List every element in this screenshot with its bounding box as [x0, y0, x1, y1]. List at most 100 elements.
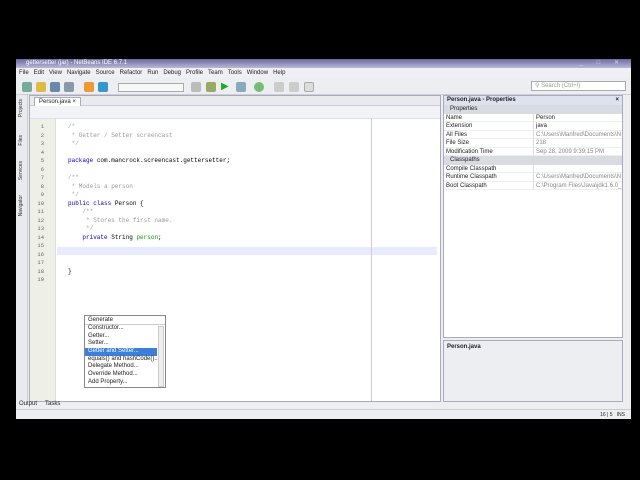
side-tab-files[interactable]: Files [18, 135, 24, 146]
generate-item[interactable]: Add Property... [85, 379, 157, 387]
menu-tools[interactable]: Tools [228, 68, 242, 78]
property-key: Runtime Classpath [444, 173, 534, 181]
property-row[interactable]: Runtime Classpath C:\Users\Manfred\Docume… [444, 173, 622, 182]
popup-scrollbar[interactable] [158, 326, 164, 387]
code-line[interactable]: private String person; [68, 234, 161, 241]
property-row[interactable]: Modification Time Sep 28, 2009 9:39:15 PM [444, 147, 622, 156]
menu-debug[interactable]: Debug [163, 68, 181, 78]
continue-icon[interactable] [289, 82, 299, 92]
editor-tab-label: Person.java [39, 99, 71, 105]
line-number: 2 [40, 131, 44, 139]
generate-item[interactable]: Override Method... [85, 371, 157, 379]
code-line[interactable]: * Getter / Setter screencast [68, 132, 173, 139]
line-number: 4 [40, 148, 44, 156]
profile-icon[interactable] [254, 82, 264, 92]
side-tab-navigator[interactable]: Navigator [18, 195, 24, 216]
property-section[interactable]: Classpaths [444, 156, 622, 165]
line-number: 19 [37, 276, 44, 283]
property-value[interactable]: C:\Users\Manfred\Documents\N [534, 131, 622, 139]
tasks-tab[interactable]: Tasks [45, 399, 60, 409]
menu-team[interactable]: Team [208, 68, 223, 78]
property-key: All Files [444, 130, 534, 138]
status-bar: 16 | 5 INS [16, 409, 631, 419]
property-section[interactable]: Properties [444, 105, 622, 114]
line-number: 10 [37, 199, 44, 207]
pause-icon[interactable] [274, 82, 284, 92]
menu-file[interactable]: File [19, 68, 29, 78]
menu-navigate[interactable]: Navigate [67, 68, 91, 78]
code-line[interactable]: /** [68, 208, 93, 215]
generate-item[interactable]: equals() and hashCode()... [85, 356, 159, 364]
menu-source[interactable]: Source [96, 68, 115, 78]
property-value[interactable]: Sep 28, 2009 9:39:15 PM [534, 148, 622, 156]
menu-help[interactable]: Help [273, 68, 285, 78]
generate-item[interactable]: Setter... [85, 340, 157, 348]
property-value[interactable]: C:\Program Files\Java\jdk1.6.0_1 [534, 182, 622, 190]
description-text: Person.java [447, 344, 481, 350]
editor-tab-bar: Person.java × [30, 96, 440, 106]
finish-icon[interactable] [304, 82, 314, 92]
generate-item[interactable]: Constructor... [85, 325, 157, 333]
menu-window[interactable]: Window [247, 68, 268, 78]
property-value[interactable] [534, 165, 622, 173]
menu-refactor[interactable]: Refactor [120, 68, 143, 78]
property-row[interactable]: All Files C:\Users\Manfred\Documents\N [444, 130, 622, 139]
redo-icon[interactable] [98, 82, 108, 92]
main-toolbar: ▶ ⚲ Search (Ctrl+I) [16, 78, 631, 95]
side-tab-projects[interactable]: Projects [18, 99, 24, 117]
code-line[interactable]: */ [68, 191, 79, 198]
line-number: 16 [37, 250, 44, 258]
generate-item[interactable]: Getter... [85, 333, 157, 341]
property-row[interactable]: Boot Classpath C:\Program Files\Java\jdk1… [444, 181, 622, 190]
new-file-icon[interactable] [36, 82, 46, 92]
property-key: Compile Classpath [444, 164, 534, 172]
code-line[interactable]: * Models a person [68, 183, 133, 190]
side-tab-services[interactable]: Services [18, 161, 24, 180]
open-project-icon[interactable] [50, 82, 60, 92]
code-line[interactable]: */ [68, 140, 79, 147]
new-project-icon[interactable] [22, 82, 32, 92]
generate-item[interactable]: Delegate Method... [85, 363, 157, 371]
code-line[interactable]: /** [68, 174, 79, 181]
line-number: 15 [37, 242, 44, 249]
code-line[interactable]: public class Person { [68, 200, 144, 207]
line-number: 11 [37, 208, 44, 215]
code-line[interactable]: */ [68, 225, 93, 232]
property-key: Boot Classpath [444, 181, 534, 189]
undo-icon[interactable] [84, 82, 94, 92]
code-line[interactable]: } [68, 268, 72, 275]
line-number: 9 [40, 191, 44, 198]
property-row[interactable]: Extension java [444, 122, 622, 131]
line-number: 7 [40, 174, 44, 181]
menu-run[interactable]: Run [147, 68, 158, 78]
property-row[interactable]: File Size 218 [444, 139, 622, 148]
clean-build-icon[interactable] [206, 82, 216, 92]
code-line[interactable]: * Stores the first name. [68, 217, 172, 224]
menu-profile[interactable]: Profile [186, 68, 203, 78]
current-line-highlight [57, 247, 437, 255]
line-number: 13 [37, 225, 44, 232]
generate-popup-header: Generate [85, 316, 165, 325]
window-controls[interactable]: _ □ ✕ [580, 59, 625, 68]
property-row[interactable]: Name Person [444, 113, 622, 122]
menu-view[interactable]: View [49, 68, 62, 78]
property-value[interactable]: 218 [534, 139, 622, 147]
debug-icon[interactable] [236, 82, 246, 92]
code-line[interactable]: package com.mancrock.screencast.getterse… [68, 157, 230, 164]
property-value[interactable]: C:\Users\Manfred\Documents\N [534, 173, 622, 181]
menu-edit[interactable]: Edit [34, 68, 44, 78]
property-value[interactable]: Person [534, 114, 622, 122]
editor-tab-person-java[interactable]: Person.java × [34, 97, 81, 106]
generate-item[interactable]: Getter and Setter... [85, 348, 157, 356]
property-value[interactable]: java [534, 122, 622, 130]
save-all-icon[interactable] [64, 82, 74, 92]
code-line[interactable]: /* [68, 123, 75, 130]
configuration-select[interactable] [118, 83, 184, 92]
search-input[interactable]: ⚲ Search (Ctrl+I) [531, 81, 626, 91]
run-icon[interactable]: ▶ [221, 82, 231, 92]
insert-mode: INS [616, 412, 625, 418]
close-icon[interactable]: × [615, 96, 619, 105]
output-tab[interactable]: Output [19, 399, 37, 409]
property-row[interactable]: Compile Classpath [444, 164, 622, 173]
build-icon[interactable] [191, 82, 201, 92]
